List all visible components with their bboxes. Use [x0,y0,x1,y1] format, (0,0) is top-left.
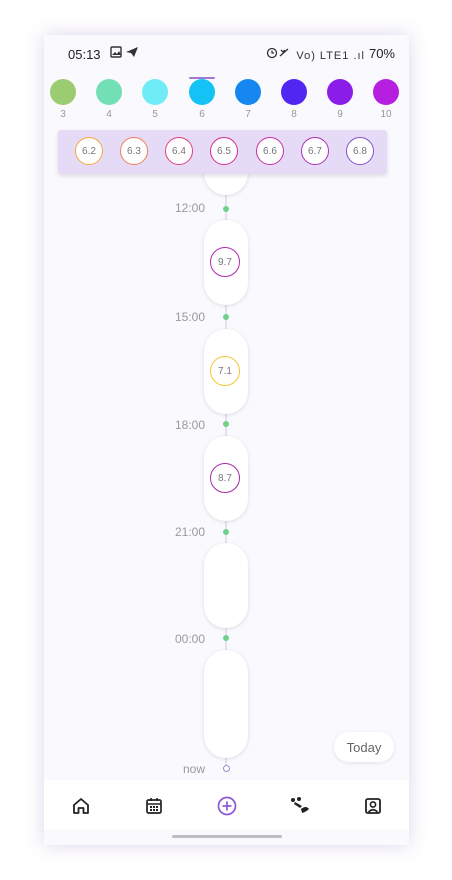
status-right-icons: Vo) LTE1 .ıl [266,47,365,62]
add-circle-icon [217,796,237,816]
profile-icon [365,798,381,814]
now-dot [223,765,230,772]
time-dot [223,635,229,641]
value-option-6-2[interactable]: 6.2 [75,137,103,165]
gesture-home-bar[interactable] [172,835,282,838]
color-dot-3[interactable] [50,79,76,105]
activity-icon [291,797,309,813]
home-nav-button[interactable] [68,793,94,819]
reading-ring: 9.7 [210,247,240,277]
time-label-00: 00:00 [174,632,205,646]
color-num-3: 3 [60,109,66,120]
bottom-nav [44,780,409,830]
color-num-5: 5 [152,109,158,120]
color-dot-9[interactable] [327,79,353,105]
reading-card[interactable]: 8.7 [204,436,248,521]
color-num-4: 4 [106,109,112,120]
status-time: 05:13 [68,47,101,62]
color-dot-10[interactable] [373,79,399,105]
color-dot-8[interactable] [281,79,307,105]
color-num-8: 8 [291,109,297,120]
calendar-icon [146,798,162,814]
reading-ring: 7.1 [210,356,240,386]
activity-nav-button[interactable] [287,793,313,819]
time-label-15: 15:00 [174,310,205,324]
color-num-6: 6 [199,109,205,120]
calendar-nav-button[interactable] [141,793,167,819]
network-text: Vo) LTE1 .ıl [296,50,365,62]
time-dot [223,529,229,535]
time-label-21: 21:00 [174,525,205,539]
status-left-icons [110,45,140,62]
value-option-6-7[interactable]: 6.7 [301,137,329,165]
color-dot-4[interactable] [96,79,122,105]
time-label-12: 12:00 [174,201,205,215]
home-icon [73,798,89,814]
alarm-mute-icon [267,47,289,59]
color-num-7: 7 [245,109,251,120]
today-button[interactable]: Today [334,732,394,762]
color-dot-5[interactable] [142,79,168,105]
value-option-6-4[interactable]: 6.4 [165,137,193,165]
color-num-9: 9 [337,109,343,120]
reading-card[interactable]: 9.7 [204,220,248,305]
time-dot [223,421,229,427]
profile-nav-button[interactable] [360,793,386,819]
reading-card[interactable]: 7.1 [204,329,248,414]
status-bar: 05:13 Vo) LTE1 .ıl 70% [44,35,409,75]
value-option-6-3[interactable]: 6.3 [120,137,148,165]
time-label-now: now [182,762,205,776]
color-dot-6[interactable] [189,79,215,105]
value-option-6-8[interactable]: 6.8 [346,137,374,165]
reading-card[interactable] [204,650,248,758]
reading-card[interactable] [204,543,248,628]
color-dot-7[interactable] [235,79,261,105]
time-label-18: 18:00 [174,418,205,432]
phone-screen: 05:13 Vo) LTE1 .ıl 70% 3 4 5 6 7 8 9 10 … [44,35,409,845]
add-nav-button[interactable] [214,793,240,819]
time-dot [223,314,229,320]
reading-ring: 8.7 [210,463,240,493]
color-num-10: 10 [380,109,392,120]
gallery-telegram-icon [110,46,138,58]
value-option-6-6[interactable]: 6.6 [256,137,284,165]
battery-level: 70% [368,46,395,61]
time-dot [223,206,229,212]
value-picker-popup: 6.2 6.3 6.4 6.5 6.6 6.7 6.8 [58,130,387,174]
value-option-6-5[interactable]: 6.5 [210,137,238,165]
